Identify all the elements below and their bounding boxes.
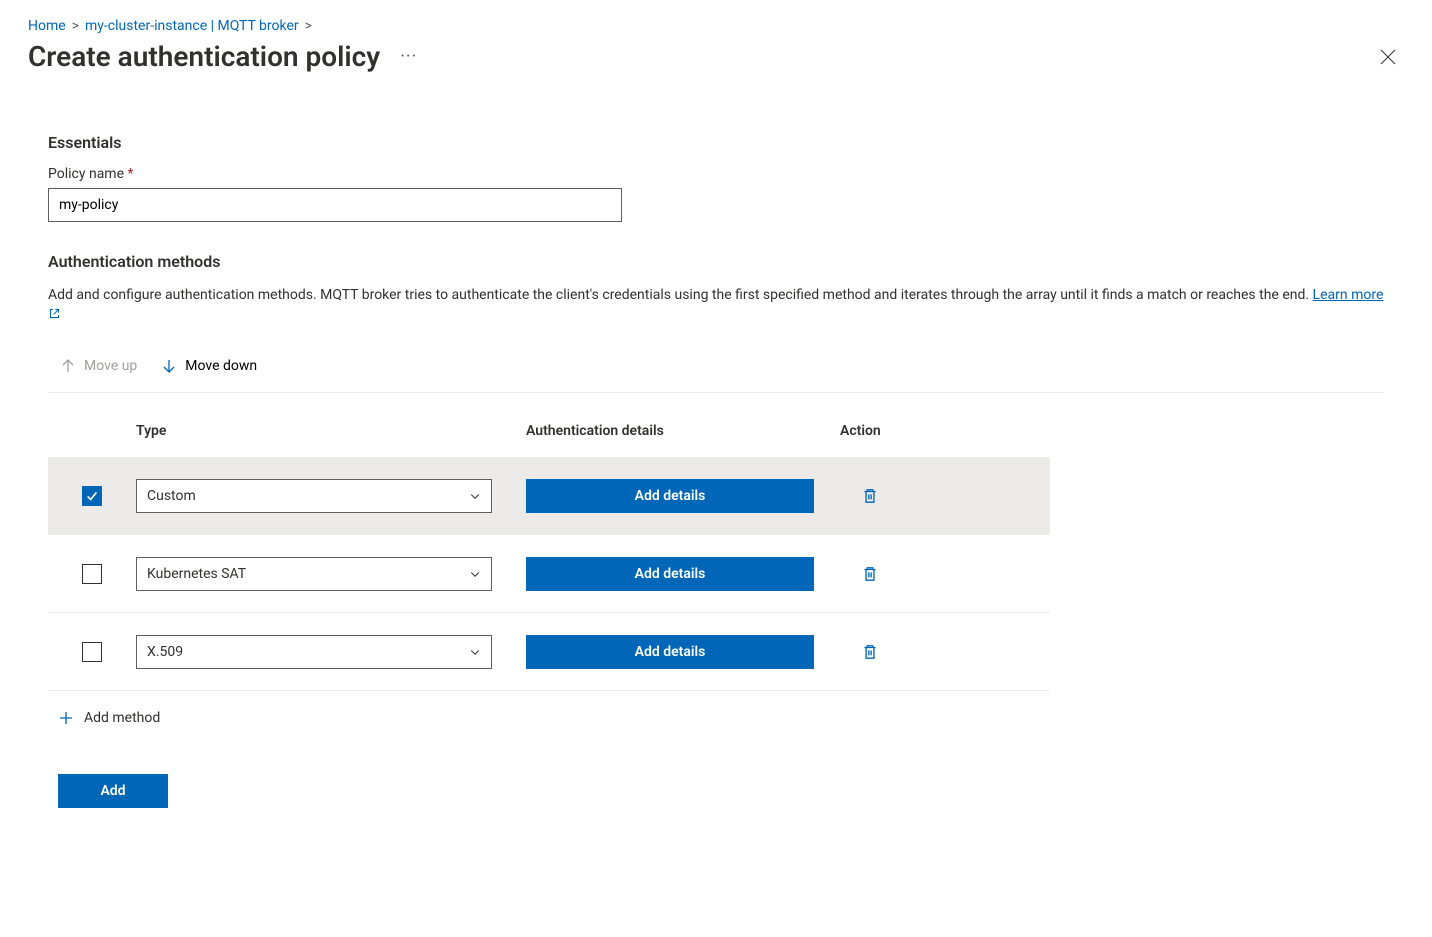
methods-table: Type Authentication details Action Custo… — [48, 393, 1050, 691]
plus-icon — [58, 710, 74, 726]
chevron-down-icon — [469, 646, 481, 658]
add-method-button[interactable]: Add method — [48, 691, 1050, 744]
breadcrumb-home[interactable]: Home — [28, 18, 66, 34]
trash-icon — [861, 643, 879, 661]
trash-icon — [861, 487, 879, 505]
chevron-right-icon: > — [305, 18, 312, 34]
auth-methods-description: Add and configure authentication methods… — [48, 285, 1384, 330]
move-down-button[interactable]: Move down — [159, 354, 259, 378]
page-title: Create authentication policy — [28, 40, 380, 73]
essentials-heading: Essentials — [48, 133, 1384, 152]
close-button[interactable] — [1372, 41, 1404, 73]
delete-row-button[interactable] — [854, 636, 886, 668]
add-details-button[interactable]: Add details — [526, 479, 814, 513]
chevron-right-icon: > — [72, 18, 79, 34]
row-checkbox[interactable] — [82, 642, 102, 662]
column-header-type: Type — [136, 423, 526, 439]
table-header: Type Authentication details Action — [48, 393, 1050, 457]
type-select[interactable]: X.509 — [136, 635, 492, 669]
breadcrumb: Home > my-cluster-instance | MQTT broker… — [28, 18, 1404, 34]
external-link-icon — [48, 306, 61, 327]
add-details-button[interactable]: Add details — [526, 557, 814, 591]
type-select[interactable]: Kubernetes SAT — [136, 557, 492, 591]
breadcrumb-instance[interactable]: my-cluster-instance | MQTT broker — [85, 18, 299, 34]
delete-row-button[interactable] — [854, 480, 886, 512]
column-header-details: Authentication details — [526, 423, 840, 439]
trash-icon — [861, 565, 879, 583]
check-icon — [85, 489, 99, 503]
column-header-action: Action — [840, 423, 1050, 439]
table-row: X.509 Add details — [48, 613, 1050, 691]
close-icon — [1380, 49, 1396, 65]
row-checkbox[interactable] — [82, 486, 102, 506]
arrow-up-icon — [60, 358, 76, 374]
delete-row-button[interactable] — [854, 558, 886, 590]
policy-name-input[interactable] — [48, 188, 622, 222]
type-select[interactable]: Custom — [136, 479, 492, 513]
row-checkbox[interactable] — [82, 564, 102, 584]
add-details-button[interactable]: Add details — [526, 635, 814, 669]
arrow-down-icon — [161, 358, 177, 374]
methods-toolbar: Move up Move down — [48, 348, 1384, 393]
table-row: Custom Add details — [48, 457, 1050, 535]
add-policy-button[interactable]: Add — [58, 774, 168, 808]
move-up-button[interactable]: Move up — [58, 354, 139, 378]
policy-name-label: Policy name * — [48, 166, 1384, 182]
title-row: Create authentication policy ··· — [28, 40, 1404, 73]
table-row: Kubernetes SAT Add details — [48, 535, 1050, 613]
auth-methods-heading: Authentication methods — [48, 252, 1384, 271]
more-options-button[interactable]: ··· — [396, 42, 421, 71]
chevron-down-icon — [469, 568, 481, 580]
chevron-down-icon — [469, 490, 481, 502]
